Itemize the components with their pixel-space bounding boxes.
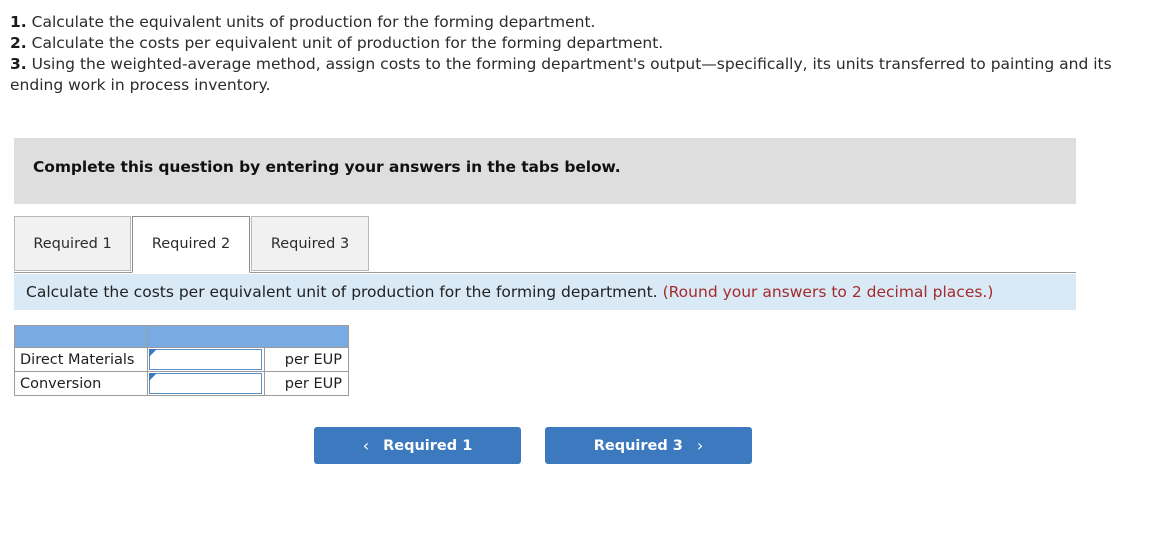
prev-required-button[interactable]: ‹ Required 1 <box>314 427 521 464</box>
chevron-left-icon: ‹ <box>362 435 370 455</box>
next-required-button[interactable]: Required 3 › <box>545 427 752 464</box>
costs-per-eup-table: Direct Materials per EUP Conversion per … <box>14 325 349 396</box>
row-label-direct-materials: Direct Materials <box>14 347 148 372</box>
question-text-2: Calculate the costs per equivalent unit … <box>31 34 664 52</box>
question-item-3: 3. Using the weighted-average method, as… <box>10 54 1166 96</box>
required-tab-strip: Required 1 Required 2 Required 3 <box>14 216 1076 273</box>
table-row: Direct Materials per EUP <box>14 347 349 372</box>
rounding-note: (Round your answers to 2 decimal places.… <box>662 283 994 301</box>
tab-instruction-bar: Calculate the costs per equivalent unit … <box>14 274 1076 310</box>
table-header-cell-value <box>147 325 349 348</box>
chevron-right-icon: › <box>696 435 704 455</box>
tab-required-1[interactable]: Required 1 <box>14 216 131 271</box>
complete-question-banner-text: Complete this question by entering your … <box>33 158 621 176</box>
row-label-conversion: Conversion <box>14 371 148 396</box>
question-text-3: Using the weighted-average method, assig… <box>10 55 1112 94</box>
question-number-2: 2. <box>10 34 27 52</box>
question-list: 1. Calculate the equivalent units of pro… <box>10 12 1166 96</box>
table-row: Conversion per EUP <box>14 371 349 396</box>
row-unit-conversion: per EUP <box>264 371 349 396</box>
conversion-input-cell[interactable] <box>147 371 265 396</box>
question-number-3: 3. <box>10 55 27 73</box>
direct-materials-input-cell[interactable] <box>147 347 265 372</box>
tab-instruction-text: Calculate the costs per equivalent unit … <box>26 283 658 301</box>
conversion-input[interactable] <box>149 373 262 394</box>
table-header-cell-label <box>14 325 148 348</box>
next-required-button-label: Required 3 <box>593 437 683 454</box>
prev-required-button-label: Required 1 <box>383 437 473 454</box>
question-item-2: 2. Calculate the costs per equivalent un… <box>10 33 1166 54</box>
question-number-1: 1. <box>10 13 27 31</box>
direct-materials-input[interactable] <box>149 349 262 370</box>
question-text-1: Calculate the equivalent units of produc… <box>31 13 596 31</box>
question-item-1: 1. Calculate the equivalent units of pro… <box>10 12 1166 33</box>
complete-question-banner: Complete this question by entering your … <box>14 138 1076 204</box>
row-unit-direct-materials: per EUP <box>264 347 349 372</box>
table-header-row <box>14 325 349 348</box>
tab-required-2[interactable]: Required 2 <box>132 216 250 273</box>
tab-required-3[interactable]: Required 3 <box>251 216 369 271</box>
